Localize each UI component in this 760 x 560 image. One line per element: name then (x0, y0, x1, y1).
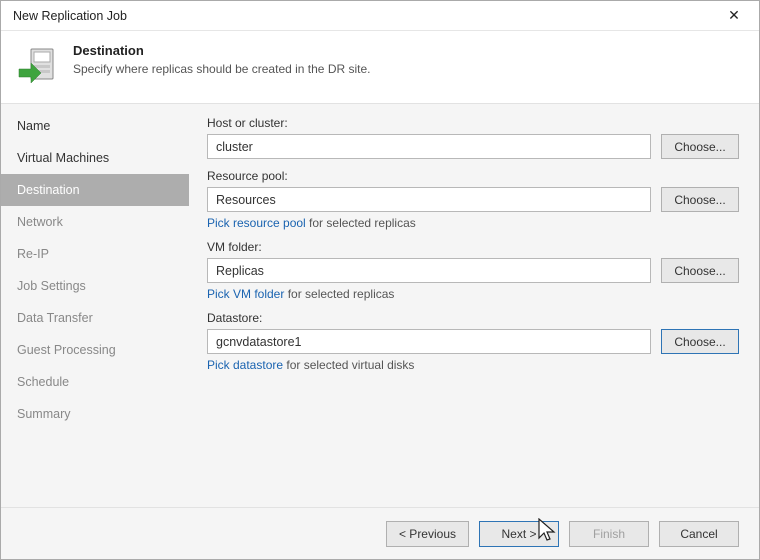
content-panel: Host or cluster: cluster Choose... Resou… (189, 104, 759, 507)
pick-datastore-link[interactable]: Pick datastore (207, 358, 283, 372)
sidebar-item-schedule[interactable]: Schedule (1, 366, 189, 398)
sidebar-item-re-ip[interactable]: Re-IP (1, 238, 189, 270)
sidebar-item-job-settings[interactable]: Job Settings (1, 270, 189, 302)
pick-resource-pool-link[interactable]: Pick resource pool (207, 216, 306, 230)
sidebar-item-network[interactable]: Network (1, 206, 189, 238)
sidebar-item-name[interactable]: Name (1, 110, 189, 142)
step-title: Destination (73, 43, 371, 58)
window-title: New Replication Job (13, 9, 717, 23)
wizard-body: Name Virtual Machines Destination Networ… (1, 103, 759, 507)
sidebar-item-summary[interactable]: Summary (1, 398, 189, 430)
pool-label: Resource pool: (207, 169, 739, 183)
folder-pick-line: Pick VM folder for selected replicas (207, 287, 739, 301)
wizard-header: Destination Specify where replicas shoul… (1, 31, 759, 103)
sidebar-item-data-transfer[interactable]: Data Transfer (1, 302, 189, 334)
folder-input[interactable]: Replicas (207, 258, 651, 283)
previous-button[interactable]: < Previous (386, 521, 469, 547)
datastore-block: Datastore: gcnvdatastore1 Choose... Pick… (207, 311, 739, 372)
host-label: Host or cluster: (207, 116, 739, 130)
titlebar: New Replication Job ✕ (1, 1, 759, 31)
pick-vm-folder-link[interactable]: Pick VM folder (207, 287, 284, 301)
choose-datastore-button[interactable]: Choose... (661, 329, 739, 354)
header-text: Destination Specify where replicas shoul… (73, 43, 371, 76)
datastore-label: Datastore: (207, 311, 739, 325)
next-button[interactable]: Next > (479, 521, 559, 547)
close-icon[interactable]: ✕ (717, 7, 751, 24)
wizard-window: New Replication Job ✕ Destination Specif… (0, 0, 760, 560)
destination-icon (17, 45, 59, 87)
step-sidebar: Name Virtual Machines Destination Networ… (1, 104, 189, 507)
folder-pick-suffix: for selected replicas (284, 287, 394, 301)
pool-pick-line: Pick resource pool for selected replicas (207, 216, 739, 230)
folder-block: VM folder: Replicas Choose... Pick VM fo… (207, 240, 739, 301)
host-input[interactable]: cluster (207, 134, 651, 159)
folder-label: VM folder: (207, 240, 739, 254)
pool-block: Resource pool: Resources Choose... Pick … (207, 169, 739, 230)
pool-input[interactable]: Resources (207, 187, 651, 212)
choose-pool-button[interactable]: Choose... (661, 187, 739, 212)
choose-folder-button[interactable]: Choose... (661, 258, 739, 283)
step-description: Specify where replicas should be created… (73, 62, 371, 76)
sidebar-item-guest-processing[interactable]: Guest Processing (1, 334, 189, 366)
datastore-pick-line: Pick datastore for selected virtual disk… (207, 358, 739, 372)
host-block: Host or cluster: cluster Choose... (207, 116, 739, 159)
finish-button: Finish (569, 521, 649, 547)
pool-pick-suffix: for selected replicas (306, 216, 416, 230)
wizard-footer: < Previous Next > Finish Cancel (1, 507, 759, 559)
sidebar-item-destination[interactable]: Destination (1, 174, 189, 206)
sidebar-item-virtual-machines[interactable]: Virtual Machines (1, 142, 189, 174)
choose-host-button[interactable]: Choose... (661, 134, 739, 159)
datastore-input[interactable]: gcnvdatastore1 (207, 329, 651, 354)
datastore-pick-suffix: for selected virtual disks (283, 358, 414, 372)
cancel-button[interactable]: Cancel (659, 521, 739, 547)
